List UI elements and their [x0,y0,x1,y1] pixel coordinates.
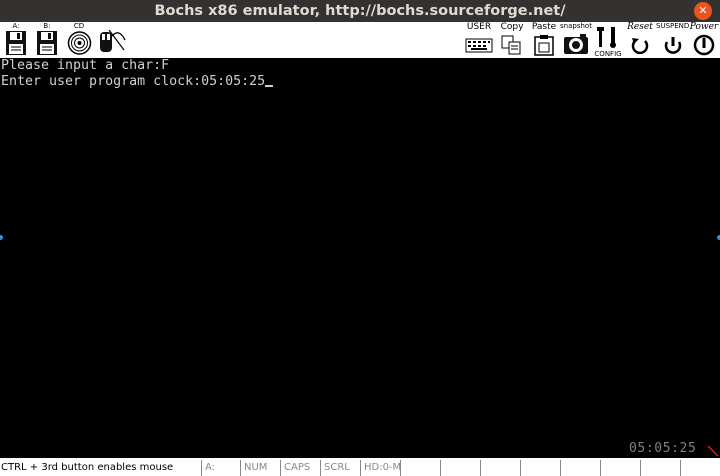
status-caps: CAPS [280,460,319,476]
snapshot-button[interactable]: snapshot [558,22,594,58]
status-slot [520,460,560,476]
text-cursor [265,85,274,87]
floppy-a-label: A: [12,22,20,30]
status-slot [480,460,520,476]
floppy-icon [37,31,57,55]
emulator-screen[interactable]: Please input a char:F Enter user program… [0,58,720,458]
floppy-a-button[interactable]: A: [2,22,30,58]
resize-handle-left[interactable] [0,235,3,240]
cdrom-icon [67,31,92,55]
reset-icon [631,38,649,55]
cdrom-label: CD [73,22,85,30]
suspend-icon [664,37,682,54]
status-slot [400,460,440,476]
status-slot [440,460,480,476]
floppy-b-button[interactable]: B: [33,22,61,58]
paste-button[interactable]: Paste [530,22,558,58]
close-icon: ✕ [698,4,708,17]
reset-label: Reset [627,22,653,32]
user-button[interactable]: USER [463,22,495,58]
status-num: NUM [240,460,279,476]
clock-display: 05:05:25 [629,441,697,456]
paste-icon [534,35,554,56]
resize-grip-icon[interactable] [706,444,720,458]
tools-icon [597,27,616,48]
console-line: Enter user program clock:05:05:25 [1,74,274,90]
suspend-button[interactable]: SUSPEND [656,22,690,58]
status-message: CTRL + 3rd button enables mouse [1,462,174,473]
mouse-button[interactable] [96,22,128,58]
status-slot [680,460,720,476]
close-button[interactable]: ✕ [694,2,712,20]
power-button[interactable]: Power [688,22,720,58]
camera-icon [564,34,588,54]
status-bar: CTRL + 3rd button enables mouse A: NUM C… [0,458,720,476]
status-slot [600,460,640,476]
keyboard-icon [465,38,493,53]
copy-button[interactable]: Copy [497,22,527,58]
status-scrl: SCRL [320,460,359,476]
power-label: Power [689,22,719,32]
console-line: Please input a char:F [1,58,170,73]
window-title: Bochs x86 emulator, http://bochs.sourcef… [154,3,566,19]
status-slot [560,460,600,476]
user-label: USER [466,22,492,32]
window-titlebar[interactable]: Bochs x86 emulator, http://bochs.sourcef… [0,0,720,22]
copy-icon [501,35,521,55]
copy-label: Copy [500,22,524,32]
console-line-text: Enter user program clock:05:05:25 [1,74,266,89]
status-drive-a: A: [201,460,239,476]
status-hd: HD:0-M [360,460,400,476]
config-button[interactable]: CONFIG [594,22,622,58]
paste-label: Paste [531,22,557,32]
config-label: CONFIG [594,50,622,58]
mouse-icon [100,29,126,52]
reset-button[interactable]: Reset [624,22,656,58]
suspend-label: SUSPEND [656,22,690,30]
power-icon [693,34,715,56]
cdrom-button[interactable]: CD [64,22,94,58]
status-slot [640,460,680,476]
floppy-icon [6,31,26,55]
floppy-b-label: B: [43,22,51,30]
toolbar: A: B: CD USER Copy Paste snapshot CONFIG… [0,22,720,58]
snapshot-label: snapshot [560,22,592,30]
